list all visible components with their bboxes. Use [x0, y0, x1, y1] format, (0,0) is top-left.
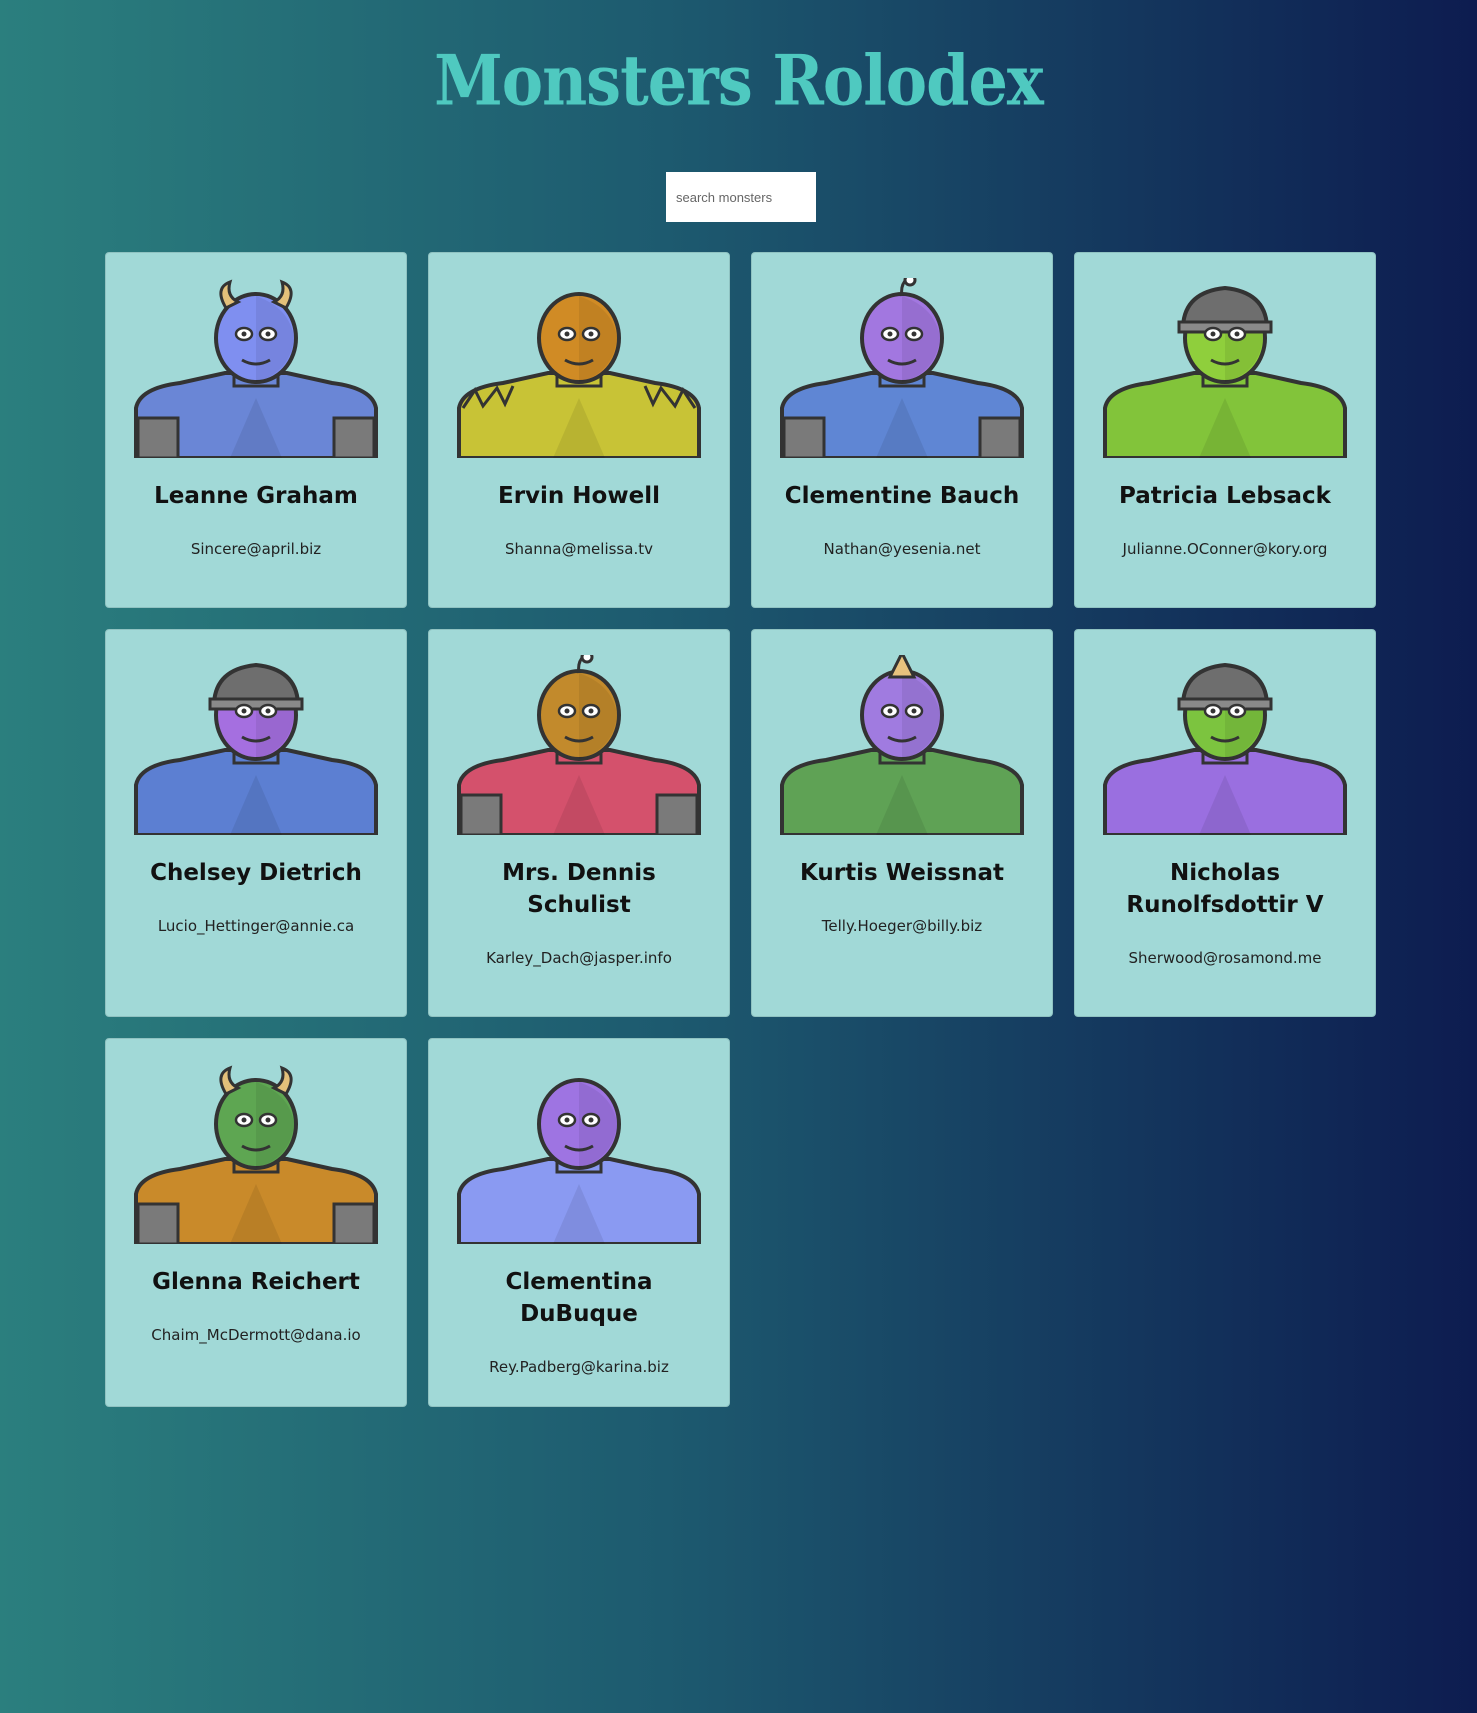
monster-name: Glenna Reichert — [152, 1269, 360, 1295]
search-input[interactable] — [666, 172, 816, 222]
monster-email: Sincere@april.biz — [190, 540, 322, 558]
monster-email: Nathan@yesenia.net — [823, 540, 981, 558]
monster-card[interactable]: Glenna Reichert Chaim_McDermott@dana.io — [105, 1038, 407, 1407]
monster-name: Clementina DuBuque — [505, 1269, 653, 1327]
monster-email: Julianne.OConner@kory.org — [1122, 540, 1328, 558]
monster-avatar-icon — [134, 1065, 378, 1244]
monster-name: Chelsey Dietrich — [150, 860, 362, 886]
monster-card[interactable]: Leanne Graham Sincere@april.biz — [105, 252, 407, 608]
monster-card[interactable]: Chelsey Dietrich Lucio_Hettinger@annie.ca — [105, 629, 407, 1017]
monster-avatar-icon — [780, 278, 1024, 458]
monster-card[interactable]: Clementina DuBuque Rey.Padberg@karina.biz — [428, 1038, 730, 1407]
monster-email: Sherwood@rosamond.me — [1128, 949, 1322, 967]
monster-avatar-icon — [457, 1078, 701, 1244]
monster-name: Leanne Graham — [154, 483, 358, 509]
monster-avatar-icon — [457, 655, 701, 835]
page-title: Monsters Rolodex — [434, 39, 1044, 122]
monster-name: Kurtis Weissnat — [799, 860, 1004, 886]
monster-card[interactable]: Kurtis Weissnat Telly.Hoeger@billy.biz — [751, 629, 1053, 1017]
monster-card[interactable]: Patricia Lebsack Julianne.OConner@kory.or… — [1074, 252, 1376, 608]
monster-card[interactable]: Mrs. Dennis Schulist Karley_Dach@jasper.i… — [428, 629, 730, 1017]
monster-name: Patricia Lebsack — [1119, 483, 1331, 509]
monster-email: Lucio_Hettinger@annie.ca — [157, 917, 355, 935]
monster-avatar-icon — [134, 279, 378, 458]
app-root: Monsters Rolodex Leanne Graham Sincere@ap… — [0, 0, 1477, 1713]
monster-email: Karley_Dach@jasper.info — [486, 949, 672, 967]
monster-email: Shanna@melissa.tv — [505, 540, 653, 558]
monster-card[interactable]: Ervin Howell Shanna@melissa.tv — [428, 252, 730, 608]
monster-name: Clementine Bauch — [784, 483, 1020, 509]
monster-name: Mrs. Dennis Schulist — [502, 860, 656, 918]
monster-avatar-icon — [134, 662, 378, 835]
monster-card[interactable]: Nicholas Runolfsdottir V Sherwood@rosamon… — [1074, 629, 1376, 1017]
card-list: Leanne Graham Sincere@april.biz Ervin Howe… — [105, 252, 1377, 1407]
monster-avatar-icon — [780, 655, 1024, 835]
monster-email: Telly.Hoeger@billy.biz — [821, 917, 983, 935]
monster-avatar-icon — [1103, 285, 1347, 458]
monster-avatar-icon — [1103, 662, 1347, 835]
monster-email: Rey.Padberg@karina.biz — [489, 1358, 669, 1376]
monster-name: Ervin Howell — [498, 483, 660, 509]
monster-card[interactable]: Clementine Bauch Nathan@yesenia.net — [751, 252, 1053, 608]
monster-avatar-icon — [457, 292, 701, 458]
monster-email: Chaim_McDermott@dana.io — [151, 1326, 361, 1344]
monster-name: Nicholas Runolfsdottir V — [1126, 860, 1324, 918]
